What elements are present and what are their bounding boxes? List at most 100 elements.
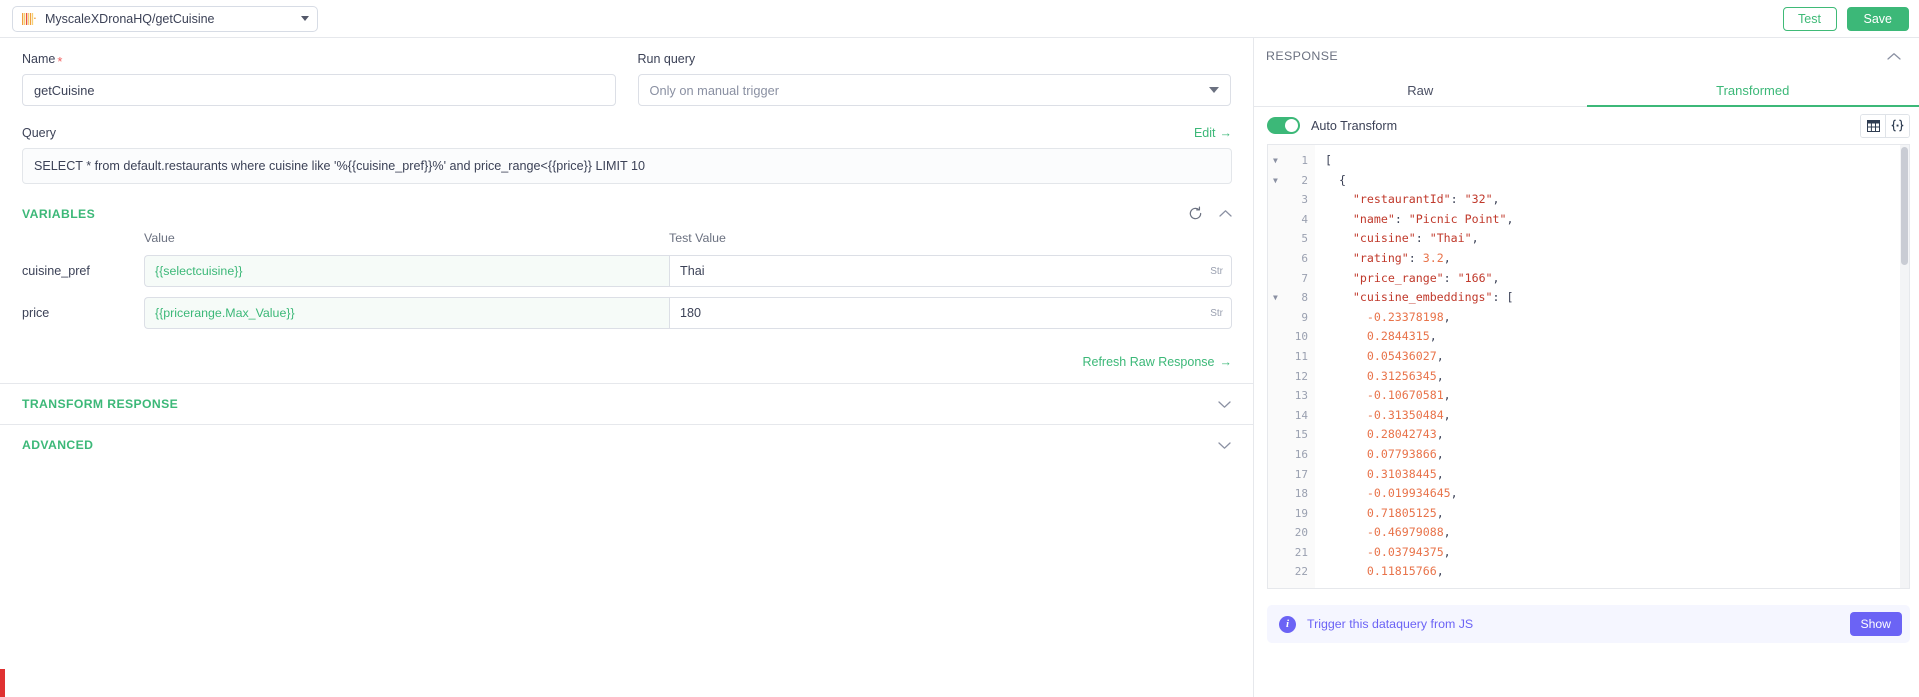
json-line: "rating": 3.2, [1325,249,1909,269]
variables-table: Value Test Value cuisine_pref {{selectcu… [22,231,1232,329]
variable-name: price [22,306,144,320]
chevron-down-icon [1209,87,1219,93]
json-scrollbar[interactable] [1900,145,1909,588]
type-tag: Str [1210,308,1223,319]
json-line: "cuisine_embeddings": [ [1325,288,1909,308]
response-title: RESPONSE [1266,49,1338,63]
edit-query-link[interactable]: Edit → [1194,126,1232,140]
transform-response-title: TRANSFORM RESPONSE [22,397,178,411]
json-line: 0.31256345, [1325,367,1909,387]
json-line-number: 18 [1268,484,1315,504]
braces-view-icon[interactable] [1885,115,1909,137]
section-advanced[interactable]: ADVANCED [0,424,1253,465]
section-transform-response[interactable]: TRANSFORM RESPONSE [0,383,1253,424]
chevron-down-icon[interactable] [1218,400,1231,409]
json-line-numbers: ▼1▼234567▼8910111213141516171819202122 [1268,145,1315,588]
col-header-value: Value [144,231,669,245]
advanced-title: ADVANCED [22,438,93,452]
query-label: Query [22,126,56,140]
refresh-raw-response-link[interactable]: Refresh Raw Response → [1082,355,1232,369]
json-line: -0.31350484, [1325,406,1909,426]
view-mode-toggle [1860,114,1910,138]
json-line-number: 4 [1268,210,1315,230]
chevron-down-icon [301,16,309,21]
json-code: [ { "restaurantId": "32", "name": "Picni… [1315,145,1909,588]
name-input[interactable]: getCuisine [22,74,616,106]
json-line-number: 3 [1268,190,1315,210]
json-line-number: 22 [1268,562,1315,582]
query-editor-screen: MyscaleXDronaHQ/getCuisine Test Save Nam… [0,0,1919,697]
variables-section-header: VARIABLES [22,206,1232,221]
json-line-number: 5 [1268,229,1315,249]
json-line: -0.10670581, [1325,386,1909,406]
json-line-number: 10 [1268,327,1315,347]
json-line-number: 6 [1268,249,1315,269]
query-input[interactable]: SELECT * from default.restaurants where … [22,148,1232,184]
main-body: Name * getCuisine Run query Only on manu… [0,38,1919,697]
error-marker [0,669,5,697]
variables-header-row: Value Test Value [22,231,1232,245]
refresh-icon[interactable] [1188,206,1203,221]
json-line-number: ▼8 [1268,288,1315,308]
top-bar: MyscaleXDronaHQ/getCuisine Test Save [0,0,1919,38]
name-and-trigger-row: Name * getCuisine Run query Only on manu… [22,52,1231,106]
test-button[interactable]: Test [1783,7,1837,31]
table-view-icon[interactable] [1861,115,1885,137]
col-header-key [22,231,144,245]
name-label: Name * [22,52,616,66]
tab-raw[interactable]: Raw [1254,74,1587,106]
save-button[interactable]: Save [1847,7,1910,31]
auto-transform-toggle[interactable] [1267,117,1300,134]
query-header-row: Query Edit → [22,126,1232,140]
variable-value-input[interactable]: {{pricerange.Max_Value}} [144,297,669,329]
json-line: 0.11815766, [1325,562,1909,582]
run-query-selected-value: Only on manual trigger [650,83,779,98]
json-line-number: 14 [1268,406,1315,426]
type-tag: Str [1210,266,1223,277]
auto-transform-label: Auto Transform [1311,119,1397,133]
chevron-up-icon[interactable] [1887,52,1901,61]
chevron-down-icon[interactable] [1218,441,1231,450]
arrow-right-icon: → [1220,126,1233,140]
fold-triangle-icon[interactable]: ▼ [1273,151,1278,171]
variable-name: cuisine_pref [22,264,144,278]
table-row: price {{pricerange.Max_Value}} 180 Str [22,297,1232,329]
json-line: -0.019934645, [1325,484,1909,504]
arrow-right-icon: → [1220,355,1233,369]
response-tabs: Raw Transformed [1254,74,1919,107]
run-query-group: Run query Only on manual trigger [638,52,1232,106]
json-viewer[interactable]: ▼1▼234567▼8910111213141516171819202122 [… [1267,144,1910,589]
json-line-number: ▼1 [1268,151,1315,171]
col-header-test-value: Test Value [669,231,1232,245]
json-scrollbar-thumb[interactable] [1901,147,1908,265]
variable-test-value-text: Thai [680,264,705,278]
variable-test-value-input[interactable]: 180 Str [669,297,1232,329]
js-trigger-note: i Trigger this dataquery from JS Show [1267,605,1910,643]
json-line: -0.03794375, [1325,543,1909,563]
json-line-number: 9 [1268,308,1315,328]
json-line-number: 16 [1268,445,1315,465]
name-label-text: Name [22,52,55,66]
json-line: { [1325,171,1909,191]
query-config-content: Name * getCuisine Run query Only on manu… [0,38,1253,383]
fold-triangle-icon[interactable]: ▼ [1273,288,1278,308]
required-asterisk: * [57,55,62,68]
json-line: -0.46979088, [1325,523,1909,543]
js-trigger-note-left: i Trigger this dataquery from JS [1279,616,1473,633]
barcode-icon [22,13,36,25]
info-icon: i [1279,616,1296,633]
fold-triangle-icon[interactable]: ▼ [1273,171,1278,191]
json-line-number: 20 [1268,523,1315,543]
json-line-number: 17 [1268,465,1315,485]
run-query-select[interactable]: Only on manual trigger [638,74,1232,106]
variable-value-input[interactable]: {{selectcuisine}} [144,255,669,287]
datasource-select[interactable]: MyscaleXDronaHQ/getCuisine [12,6,318,32]
chevron-up-icon[interactable] [1219,209,1232,218]
show-button[interactable]: Show [1850,612,1903,636]
tab-transformed[interactable]: Transformed [1587,74,1919,106]
json-line: "cuisine": "Thai", [1325,229,1909,249]
json-line-number: 21 [1268,543,1315,563]
response-toolbar: Auto Transform [1254,107,1919,144]
json-line: 0.07793866, [1325,445,1909,465]
variable-test-value-input[interactable]: Thai Str [669,255,1232,287]
